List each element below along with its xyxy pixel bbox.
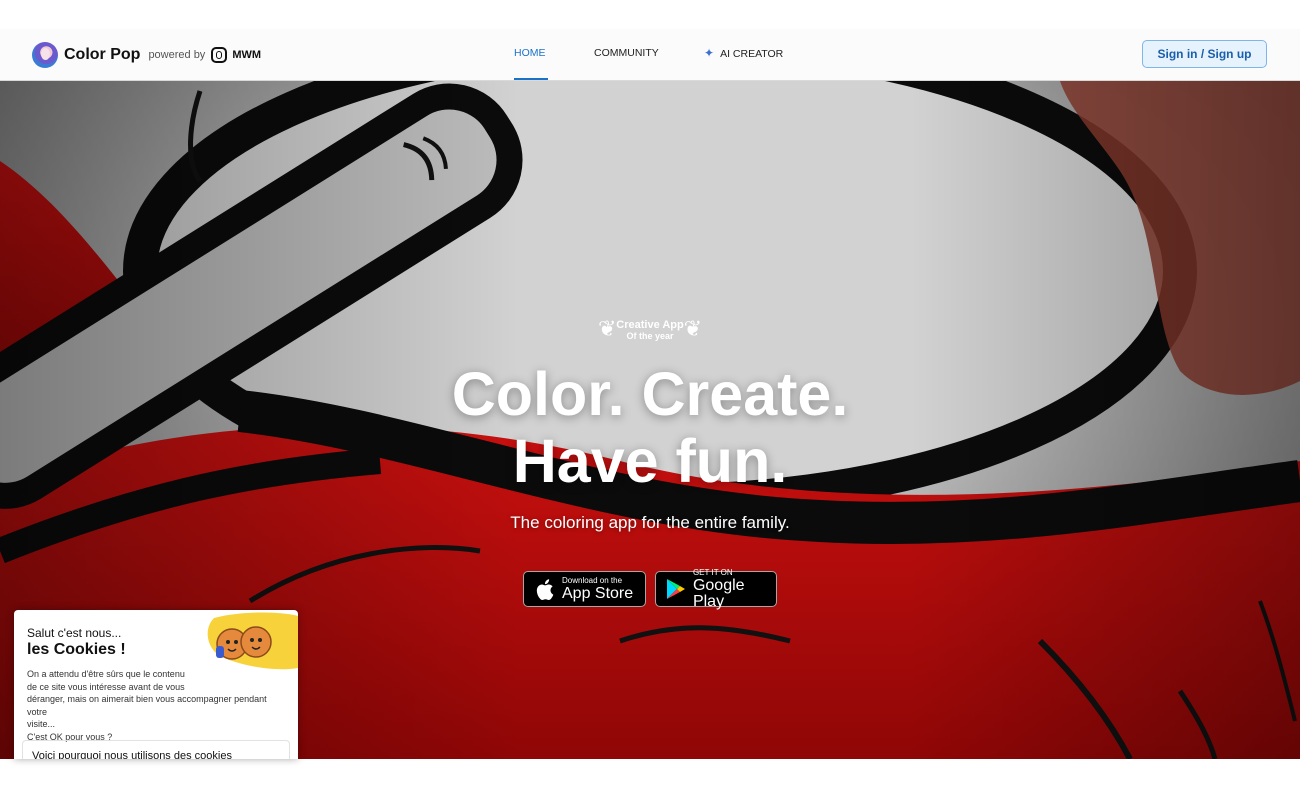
google-play-small-text: GET IT ON <box>692 567 733 577</box>
hero-subheading: The coloring app for the entire family. <box>510 513 790 532</box>
cookie-consent-panel: Salut c'est nous... les Cookies ! On a a… <box>14 610 298 759</box>
app-name: Color Pop <box>64 46 141 63</box>
cookie-text-line: visite... <box>27 719 56 729</box>
top-nav-bar: Color Pop powered by MWM Home Community … <box>0 29 1300 81</box>
mwm-label: MWM <box>232 49 262 61</box>
laurel-left-icon: ❦ <box>598 316 617 341</box>
laurel-right-icon: ❦ <box>683 316 702 341</box>
nav-ai-creator[interactable]: ✦ AI Creator <box>704 29 783 80</box>
app-store-small-text: Download on the <box>562 575 623 585</box>
cookie-text-line: de ce site vous intéresse avant de vous <box>27 681 185 692</box>
cookie-why-expander[interactable]: Voici pourquoi nous utilisons des cookie… <box>22 740 290 759</box>
apple-icon <box>534 578 556 600</box>
brand-logo[interactable]: Color Pop powered by MWM <box>32 41 261 69</box>
google-play-label: GET IT ON Google Play <box>692 567 776 610</box>
cookie-mascots-illustration <box>207 612 298 670</box>
hero-headline: Color. Create. Have fun. <box>350 361 950 495</box>
app-store-label: Download on the App Store <box>562 575 634 602</box>
cookie-text-line: On a attendu d'être sûrs que le contenu <box>27 669 185 679</box>
google-play-icon <box>666 578 687 600</box>
cookie-greeting: Salut c'est nous... <box>27 626 122 640</box>
app-store-big-text: App Store <box>562 584 634 602</box>
nav-community[interactable]: Community <box>594 29 659 80</box>
nav-home[interactable]: Home <box>514 29 548 80</box>
cookie-title: les Cookies ! <box>27 641 126 658</box>
nav-ai-creator-label: AI Creator <box>720 48 784 60</box>
google-play-button[interactable]: GET IT ON Google Play <box>655 567 777 610</box>
headline-line-2: Have fun. <box>512 427 788 495</box>
powered-by-label: powered by <box>148 49 206 61</box>
google-play-big-text: Google Play <box>692 576 745 610</box>
award-badge: ❦ Creative App Of the year ❦ <box>598 315 702 347</box>
cookie-description: On a attendu d'être sûrs que le contenu … <box>27 668 289 743</box>
nav-community-label: Community <box>594 47 659 59</box>
magic-wand-icon: ✦ <box>704 46 715 60</box>
headline-line-1: Color. Create. <box>451 360 849 428</box>
nav-home-label: Home <box>514 47 546 59</box>
mwm-logo-icon <box>211 47 228 63</box>
cookie-text-line: déranger, mais on aimerait bien vous acc… <box>27 694 267 717</box>
color-pop-logo-icon <box>32 42 58 68</box>
signin-button[interactable]: Sign in / Sign up <box>1142 40 1267 68</box>
app-store-button[interactable]: Download on the App Store <box>523 571 646 607</box>
